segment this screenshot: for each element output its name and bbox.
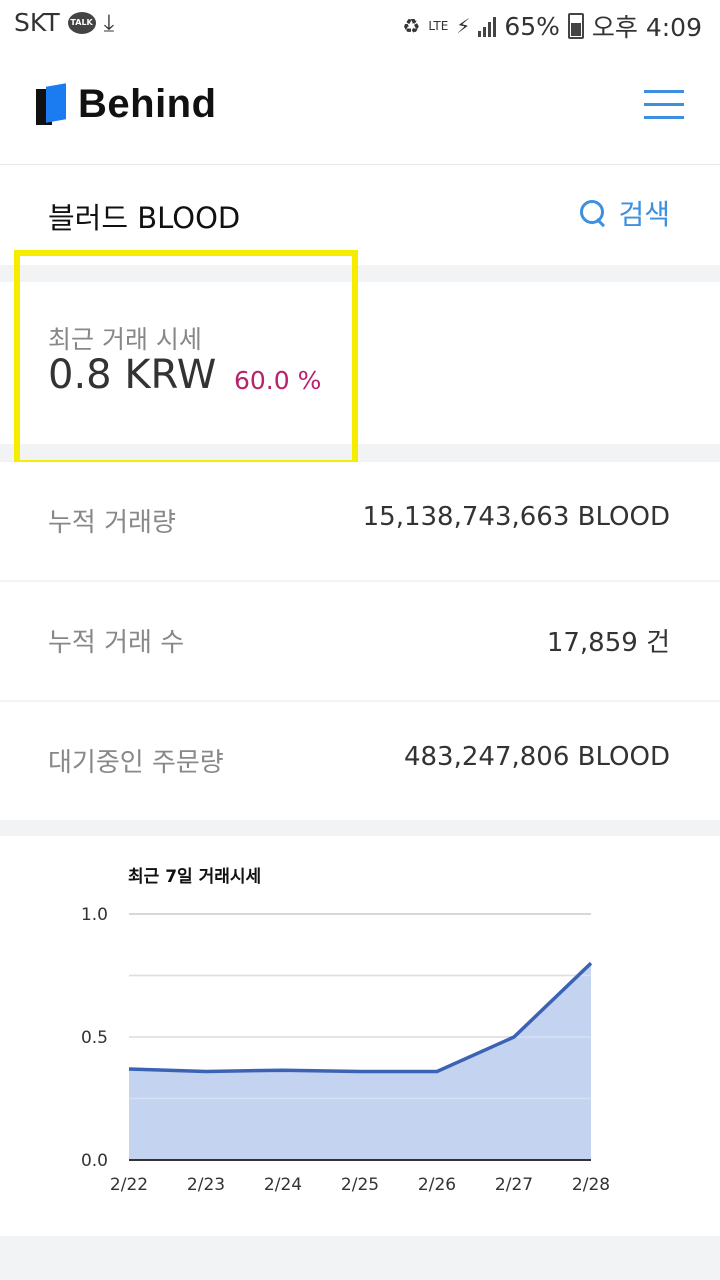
chart-area bbox=[129, 963, 591, 1160]
carrier-label: SKT bbox=[14, 8, 60, 37]
stat-row-count: 누적 거래 수 17,859 건 bbox=[0, 582, 720, 700]
y-tick-label: 0.5 bbox=[81, 1028, 108, 1048]
price-chart: 최근 7일 거래시세 1.0 0.5 0.02/22 2/23 2/24 2/25 2/26 2… bbox=[81, 867, 610, 1195]
x-tick-label: 2/25 bbox=[341, 1175, 379, 1195]
app-header: Behind bbox=[0, 50, 720, 164]
stat-row-volume: 누적 거래량 15,138,743,663 BLOOD bbox=[0, 462, 720, 580]
stat-label: 누적 거래 수 bbox=[48, 628, 185, 658]
chart-title: 최근 7일 거래시세 bbox=[128, 867, 261, 887]
stat-value: 15,138,743,663 BLOOD bbox=[362, 502, 670, 532]
stat-label: 대기중인 주문량 bbox=[48, 748, 224, 778]
stat-value: 483,247,806 BLOOD bbox=[403, 742, 670, 772]
search-label: 검색 bbox=[618, 198, 670, 231]
recycle-icon: ♻ bbox=[402, 14, 421, 38]
search-button[interactable]: 검색 bbox=[580, 193, 670, 233]
x-tick-label: 2/27 bbox=[495, 1175, 533, 1195]
price-change: 60.0 % bbox=[234, 366, 322, 395]
battery-icon bbox=[567, 13, 584, 39]
y-tick-label: 1.0 bbox=[81, 905, 108, 925]
stat-value: 17,859 건 bbox=[546, 628, 670, 658]
download-icon: ⤓ bbox=[103, 8, 115, 37]
price-label: 최근 거래 시세 bbox=[48, 325, 202, 354]
menu-icon[interactable] bbox=[644, 90, 684, 120]
y-tick-label: 0.0 bbox=[81, 1151, 108, 1171]
kakaotalk-icon: TALK bbox=[67, 11, 96, 34]
logo[interactable]: Behind bbox=[36, 82, 217, 127]
x-tick-label: 2/22 bbox=[110, 1175, 148, 1195]
signal-icon bbox=[478, 15, 497, 37]
x-tick-label: 2/26 bbox=[418, 1175, 456, 1195]
battery-percent: 65% bbox=[504, 11, 560, 41]
search-icon bbox=[580, 200, 606, 228]
status-bar: SKT TALK ⤓ ♻ LTE ⚡ 65% 오후 4:09 bbox=[0, 0, 720, 50]
stat-row-pending: 대기중인 주문량 483,247,806 BLOOD bbox=[0, 702, 720, 820]
page-title: 블러드 BLOOD bbox=[48, 201, 241, 235]
x-tick-label: 2/24 bbox=[264, 1175, 302, 1195]
network-label: LTE bbox=[428, 19, 449, 33]
wifi-icon: ⚡ bbox=[456, 14, 471, 38]
behind-logo-icon bbox=[36, 82, 66, 125]
clock: 오후 4:09 bbox=[591, 13, 702, 42]
price-value: 0.8 KRW bbox=[48, 352, 217, 398]
x-tick-label: 2/28 bbox=[572, 1175, 610, 1195]
x-tick-label: 2/23 bbox=[187, 1175, 225, 1195]
app-name: Behind bbox=[78, 82, 217, 126]
stat-label: 누적 거래량 bbox=[48, 508, 176, 538]
